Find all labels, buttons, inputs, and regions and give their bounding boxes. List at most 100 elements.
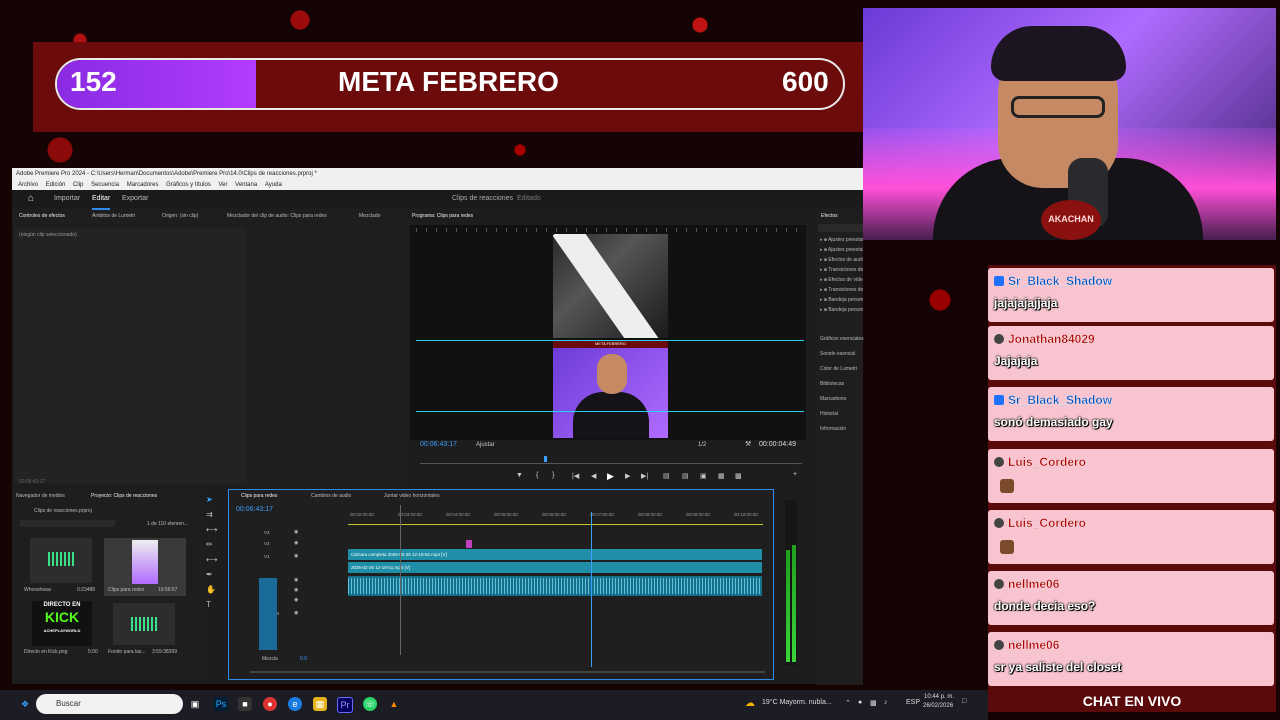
menu-graficos[interactable]: Gráficos y títulos xyxy=(166,182,211,188)
type-tool-icon[interactable]: T xyxy=(206,600,220,609)
play-icon[interactable]: ▶ xyxy=(607,471,614,482)
resolution-dropdown[interactable]: 1/2 xyxy=(698,442,706,448)
menu-clip[interactable]: Clip xyxy=(73,182,83,188)
menu-edicion[interactable]: Edición xyxy=(46,182,66,188)
track-toggle-icon[interactable]: ◉ xyxy=(294,577,298,583)
program-timecode[interactable]: 00:06:43:17 xyxy=(420,441,457,448)
track-toggle-icon[interactable]: ◉ xyxy=(294,540,298,546)
tab-source[interactable]: Origen: (sin clip) xyxy=(162,213,198,219)
project-search-input[interactable] xyxy=(20,520,115,527)
clock-date[interactable]: 26/02/2026 xyxy=(923,703,953,709)
effects-folder-item[interactable]: ▸ ■ Bandeja personalizada 01 xyxy=(820,297,863,306)
track-toggle-icon[interactable]: ◉ xyxy=(294,553,298,559)
side-panel-7[interactable]: Información xyxy=(820,426,846,432)
pen-icon[interactable]: ✒ xyxy=(206,570,220,579)
timeline-timecode[interactable]: 00:06:43:17 xyxy=(236,506,273,513)
camera-icon[interactable]: ▣ xyxy=(700,472,707,480)
side-panel-5[interactable]: Marcadores xyxy=(820,396,846,402)
tab-sequence[interactable]: Clips para redes xyxy=(241,493,277,499)
effects-folder-item[interactable]: ▸ ■ Efectos de vídeo xyxy=(820,277,863,286)
program-scrubber[interactable] xyxy=(420,463,802,464)
weather-text[interactable]: 19°C Mayorm. nubla... xyxy=(762,699,832,706)
clip-v1-screen[interactable]: 2026-02-26 12-19-51.mp4 [V] xyxy=(348,562,762,573)
tray-chevron-icon[interactable]: ⌃ xyxy=(845,699,851,707)
slip-icon[interactable]: ⟷ xyxy=(206,555,220,564)
home-icon[interactable]: ⌂ xyxy=(28,190,34,208)
tray-network-icon[interactable]: ▩ xyxy=(870,699,877,707)
track-label[interactable]: V1 xyxy=(264,554,270,559)
task-view-icon[interactable]: ▣ xyxy=(188,697,202,711)
side-panel-2[interactable]: Sonido esencial xyxy=(820,351,855,357)
go-to-out-icon[interactable]: ▶| xyxy=(641,472,648,480)
tab-lumetri-scopes[interactable]: Ámbitos de Lumetri xyxy=(92,213,135,219)
add-button-icon[interactable]: + xyxy=(793,471,797,478)
tab-media-browser[interactable]: Navegador de medios xyxy=(16,493,65,499)
tray-mic-icon[interactable]: ● xyxy=(858,699,862,706)
menu-archivo[interactable]: Archivo xyxy=(18,182,38,188)
premiere-icon[interactable]: Pr xyxy=(337,697,353,713)
fit-dropdown[interactable]: Ajustar xyxy=(476,442,495,448)
side-panel-3[interactable]: Color de Lumetri xyxy=(820,366,857,372)
menu-secuencia[interactable]: Secuencia xyxy=(91,182,119,188)
tab-project[interactable]: Proyecto: Clips de reacciones xyxy=(91,493,157,499)
chrome-icon[interactable]: ● xyxy=(263,697,277,711)
menu-marcadores[interactable]: Marcadores xyxy=(127,182,159,188)
marker-icon[interactable]: ▼ xyxy=(516,472,523,479)
effects-folder-item[interactable]: ▸ ■ Transiciones de audio xyxy=(820,267,863,276)
mark-out-icon[interactable]: } xyxy=(552,472,554,479)
extract-icon[interactable]: ▤ xyxy=(682,472,689,480)
project-item-kick-image[interactable]: DIRECTO EN KICK ACHEPLAYWORLD xyxy=(32,601,92,646)
track-toggle-icon[interactable]: ◉ xyxy=(294,529,298,535)
side-panel-4[interactable]: Bibliotecas xyxy=(820,381,844,387)
step-back-icon[interactable]: ◀ xyxy=(591,472,596,480)
photoshop-icon[interactable]: Ps xyxy=(214,697,228,711)
tab-audio-clip-mixer[interactable]: Mezclador del clip de audio: Clips para … xyxy=(227,213,327,219)
menu-ventana[interactable]: Ventana xyxy=(235,182,257,188)
effects-folder-item[interactable]: ▸ ■ Ajustes preestablecidos de Lumetri xyxy=(820,247,863,256)
language-indicator[interactable]: ESP xyxy=(906,699,920,706)
effects-folder-item[interactable]: ▸ ■ Efectos de audio xyxy=(820,257,863,266)
side-panel-1[interactable]: Gráficos esenciales xyxy=(820,336,864,342)
track-select-icon[interactable]: ⇉ xyxy=(206,510,220,519)
chat-username[interactable]: Sr_Black_Shadow xyxy=(1008,393,1112,407)
track-label[interactable]: V3 xyxy=(264,530,270,535)
notifications-icon[interactable]: □ xyxy=(962,698,966,705)
file-explorer-icon[interactable]: ▦ xyxy=(313,697,327,711)
work-area-bar[interactable] xyxy=(348,524,763,525)
track-label[interactable]: V2 xyxy=(264,541,270,546)
wrench-icon[interactable]: ⚒ xyxy=(745,440,751,448)
mark-in-icon[interactable]: { xyxy=(536,472,538,479)
effects-search-input[interactable] xyxy=(818,224,863,232)
tray-volume-icon[interactable]: ♪ xyxy=(884,699,888,706)
app-icon[interactable]: ■ xyxy=(238,697,252,711)
weather-icon[interactable]: ☁ xyxy=(745,698,755,709)
chat-username[interactable]: Luis_Cordero xyxy=(1008,455,1086,469)
lift-icon[interactable]: ▤ xyxy=(663,472,670,480)
tab-mix[interactable]: Mezclado xyxy=(359,213,380,219)
menu-ver[interactable]: Ver xyxy=(218,182,227,188)
hand-icon[interactable]: ✋ xyxy=(206,585,220,594)
project-item-whoosh[interactable] xyxy=(30,538,92,583)
menu-ayuda[interactable]: Ayuda xyxy=(265,182,282,188)
go-to-in-icon[interactable]: |◀ xyxy=(572,472,579,480)
comparison-icon[interactable]: ▦ xyxy=(718,472,725,480)
workspace-edit[interactable]: Editar xyxy=(92,190,111,210)
chat-username[interactable]: Sr_Black_Shadow xyxy=(1008,274,1112,288)
chat-username[interactable]: nellme06 xyxy=(1008,577,1060,591)
chat-username[interactable]: Luis_Cordero xyxy=(1008,516,1086,530)
mix-value[interactable]: 0.0 xyxy=(300,656,307,662)
project-item-background-audio[interactable] xyxy=(113,603,175,645)
program-playhead[interactable] xyxy=(544,456,547,462)
selection-tool-icon[interactable]: ➤ xyxy=(206,495,220,504)
tab-effect-controls[interactable]: Controles de efectos xyxy=(19,213,65,219)
track-source-patch[interactable] xyxy=(259,578,277,650)
step-forward-icon[interactable]: ▶ xyxy=(625,472,630,480)
timeline-scrollbar[interactable] xyxy=(250,671,765,673)
whatsapp-icon[interactable]: ☏ xyxy=(363,697,377,711)
track-toggle-icon[interactable]: ◉ xyxy=(294,597,298,603)
tab-join-horizontal[interactable]: Juntar video horizontales xyxy=(384,493,440,499)
clock-time[interactable]: 10:44 p. m. xyxy=(924,694,954,700)
tab-program-monitor[interactable]: Programa: Clips para redes xyxy=(412,213,473,219)
effects-folder-item[interactable]: ▸ ■ Ajustes preestablecidos xyxy=(820,237,863,246)
effects-folder-item[interactable]: ▸ ■ Bandeja personalizada 02 xyxy=(820,307,863,316)
